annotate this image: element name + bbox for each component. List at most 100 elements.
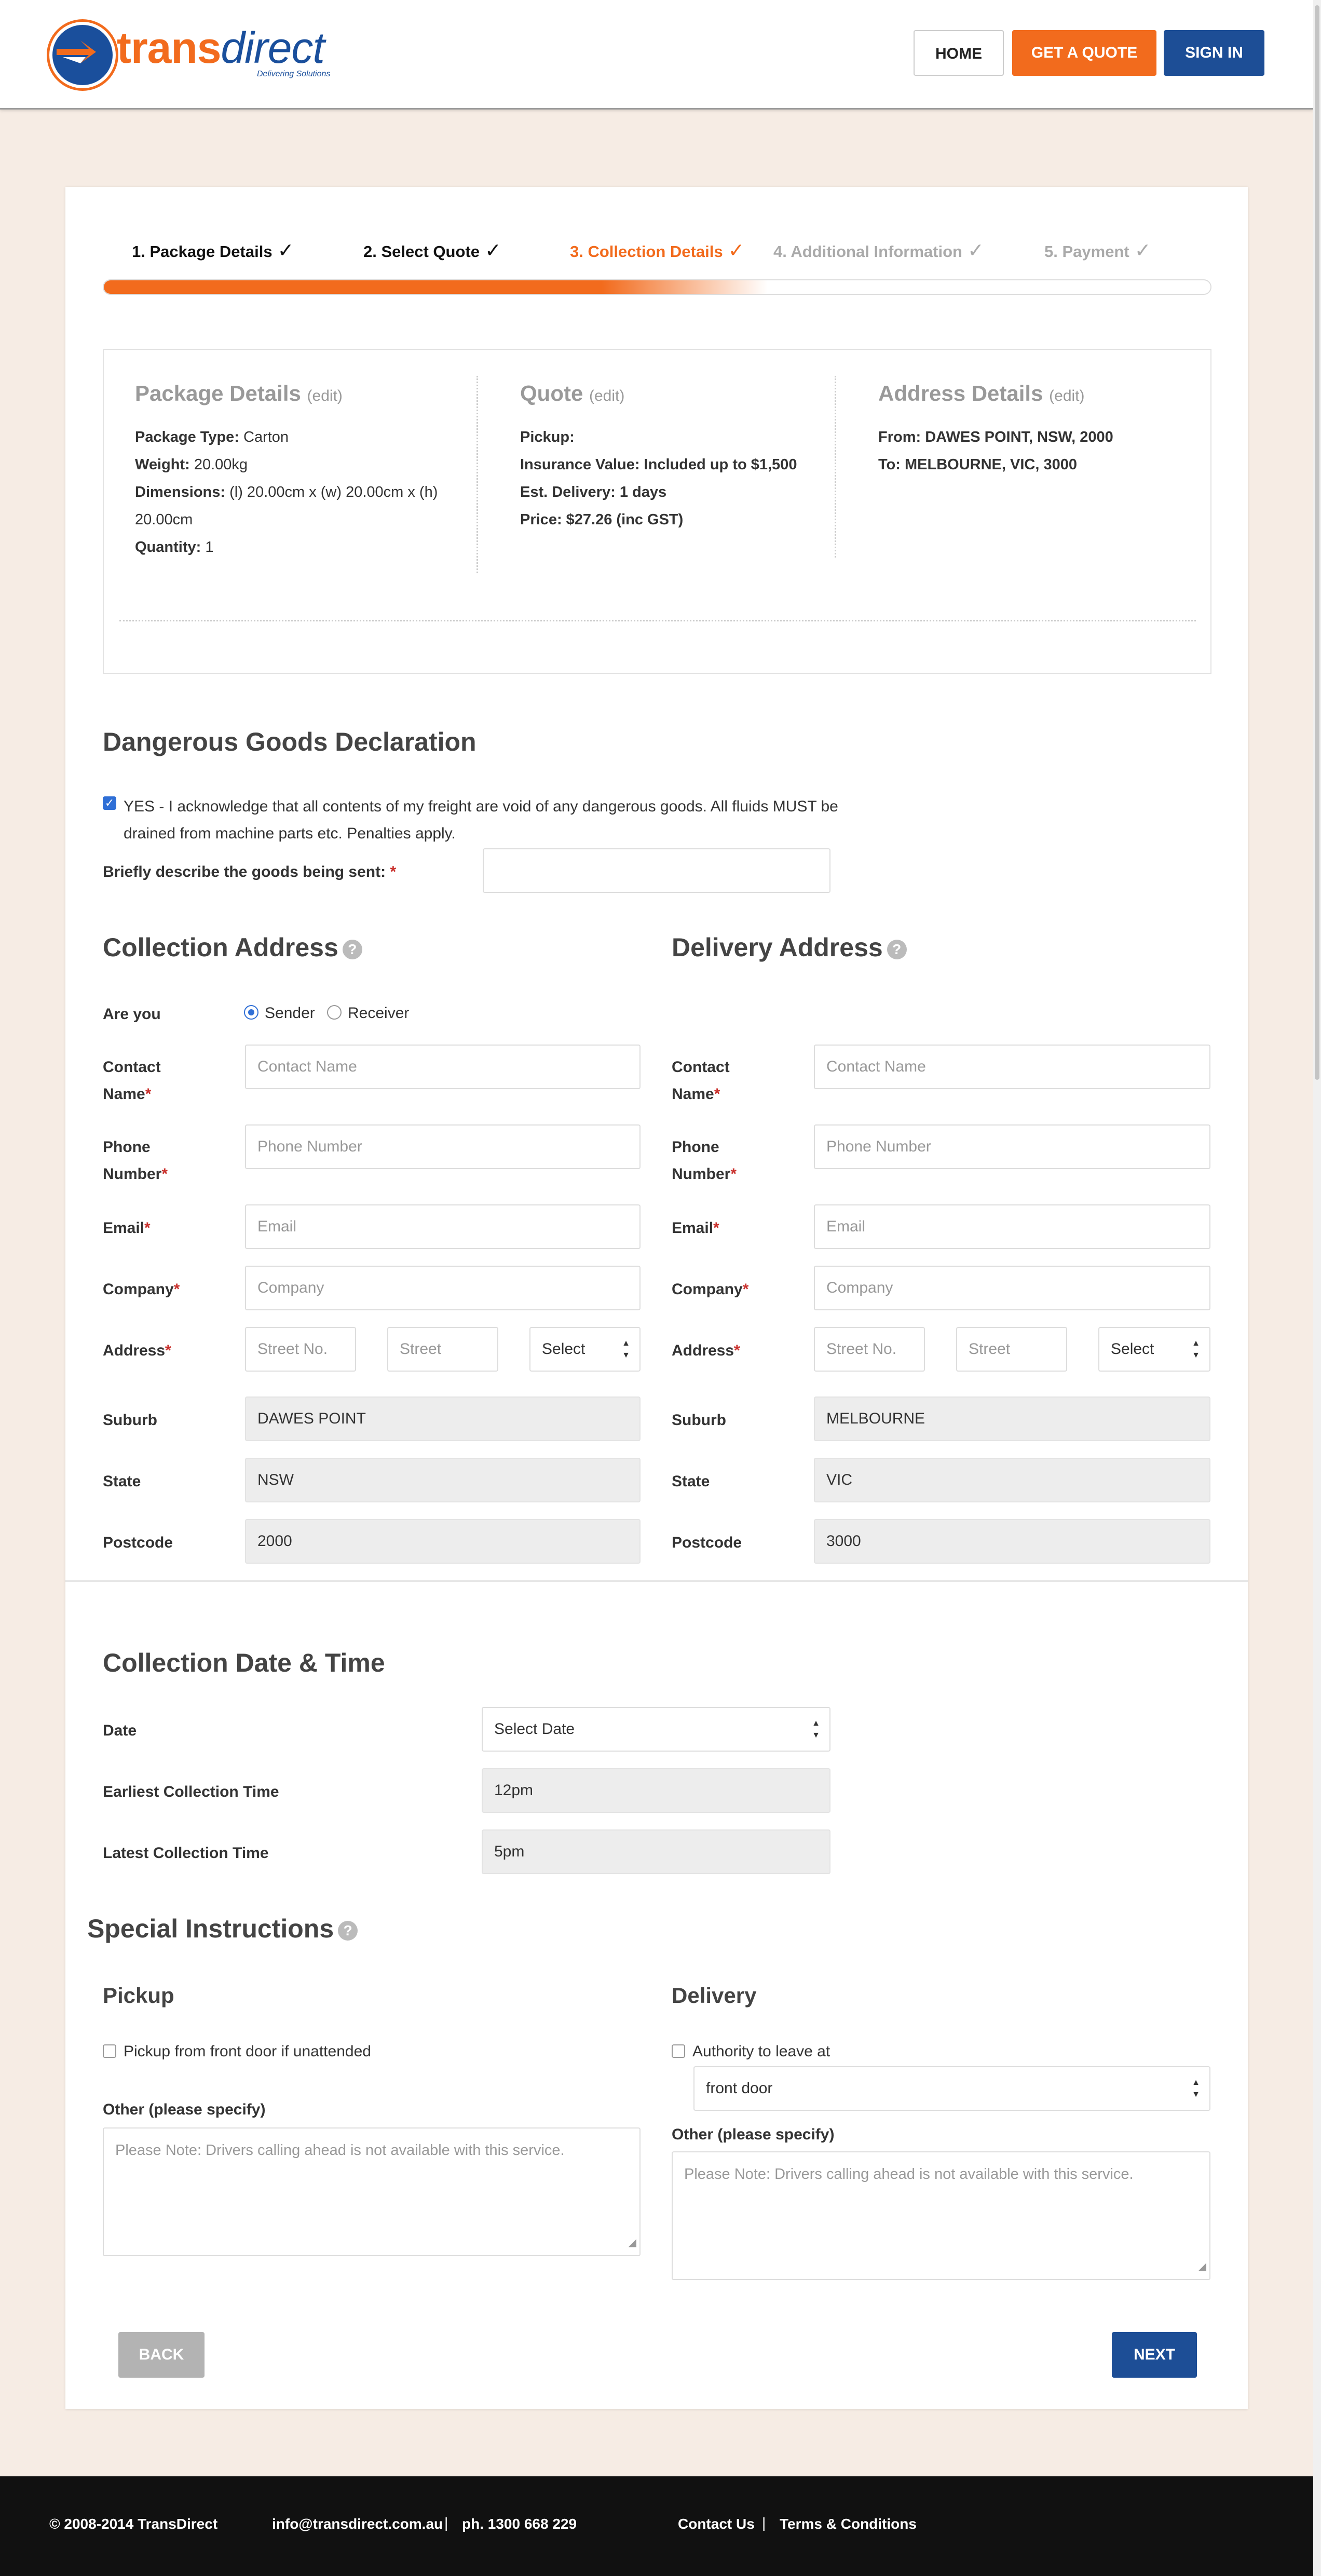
order-summary: Package Details (edit) Package Type: Car… (103, 349, 1211, 674)
delivery-contact-label: Contact Name* (672, 1059, 730, 1103)
help-icon[interactable]: ? (342, 939, 362, 959)
delivery-instructions-title: Delivery (672, 1983, 757, 2008)
quote-summary: Quote (edit) Pickup: Insurance Value: In… (520, 381, 797, 528)
check-icon: ✓ (728, 240, 745, 262)
latest-time-label: Latest Collection Time (103, 1845, 269, 1862)
package-details-title: Package Details (edit) (135, 381, 343, 405)
pickup-other-textarea[interactable]: Please Note: Drivers calling ahead is no… (103, 2127, 641, 2256)
receiver-radio-label: Receiver (348, 1005, 410, 1022)
package-summary: Package Details (edit) Package Type: Car… (135, 381, 438, 555)
home-button[interactable]: HOME (914, 30, 1004, 76)
check-icon: ✓ (1134, 240, 1151, 262)
delivery-suburb-field: MELBOURNE (814, 1397, 1210, 1441)
collection-email-input[interactable]: Email (245, 1204, 641, 1249)
step-collection-details: 3. Collection Details ✓ (570, 240, 745, 262)
scrollbar-thumb[interactable] (1315, 5, 1319, 1080)
collection-street-no-input[interactable]: Street No. (245, 1327, 356, 1372)
date-label: Date (103, 1722, 137, 1739)
footer-separator: | (444, 2515, 448, 2531)
delivery-email-input[interactable]: Email (814, 1204, 1210, 1249)
select-arrows-icon: ▲ ▼ (1192, 1339, 1200, 1360)
delivery-other-textarea[interactable]: Please Note: Drivers calling ahead is no… (672, 2151, 1210, 2280)
collection-contact-name-input[interactable]: Contact Name (245, 1045, 641, 1089)
step-select-quote: 2. Select Quote ✓ (363, 240, 501, 262)
section-divider (65, 1580, 1248, 1582)
dangerous-goods-checkbox[interactable]: ✓ (103, 796, 116, 810)
step-package-details: 1. Package Details ✓ (132, 240, 294, 262)
delivery-other-label: Other (please specify) (672, 2126, 835, 2143)
help-icon[interactable]: ? (887, 939, 907, 959)
delivery-contact-name-input[interactable]: Contact Name (814, 1045, 1210, 1089)
step-payment: 5. Payment ✓ (1044, 240, 1151, 262)
back-button[interactable]: BACK (118, 2332, 205, 2378)
delivery-postcode-field: 3000 (814, 1519, 1210, 1564)
delivery-street-no-input[interactable]: Street No. (814, 1327, 925, 1372)
address-details-title: Address Details (edit) (878, 381, 1085, 405)
sender-radio-label: Sender (265, 1005, 315, 1022)
transdirect-logo[interactable]: transdirect Delivering Solutions (49, 22, 340, 88)
summary-divider (835, 376, 836, 558)
collection-phone-label: Phone Number* (103, 1138, 168, 1183)
select-arrows-icon: ▲ ▼ (1192, 2078, 1200, 2099)
footer-phone: ph. 1300 668 229 (462, 2516, 577, 2532)
logo-tagline: Delivering Solutions (257, 70, 331, 78)
collection-suburb-field: DAWES POINT (245, 1397, 641, 1441)
authority-to-leave-select[interactable]: front door ▲ ▼ (693, 2066, 1210, 2111)
describe-goods-input[interactable] (483, 848, 830, 893)
pickup-front-door-label: Pickup from front door if unattended (124, 2043, 371, 2060)
progress-bar (103, 279, 1211, 295)
quote-title: Quote (edit) (520, 381, 625, 405)
latest-time-field[interactable]: 5pm (482, 1829, 830, 1874)
collection-phone-input[interactable]: Phone Number (245, 1124, 641, 1169)
sign-in-button[interactable]: SIGN IN (1164, 30, 1264, 76)
edit-package-link[interactable]: (edit) (307, 387, 343, 404)
footer-terms-link[interactable]: Terms & Conditions (780, 2516, 917, 2532)
footer-separator: | (762, 2515, 766, 2531)
footer-email-link[interactable]: info@transdirect.com.au (272, 2516, 443, 2532)
describe-goods-label: Briefly describe the goods being sent: * (103, 863, 397, 880)
earliest-time-label: Earliest Collection Time (103, 1783, 279, 1800)
footer-contact-link[interactable]: Contact Us (678, 2516, 755, 2532)
delivery-state-label: State (672, 1473, 710, 1490)
edit-quote-link[interactable]: (edit) (589, 387, 624, 404)
next-button[interactable]: NEXT (1112, 2332, 1197, 2378)
dangerous-goods-title: Dangerous Goods Declaration (103, 727, 476, 756)
delivery-postcode-label: Postcode (672, 1534, 742, 1551)
help-icon[interactable]: ? (338, 1920, 358, 1941)
delivery-company-input[interactable]: Company (814, 1266, 1210, 1310)
collection-address-title: Collection Address? (103, 932, 362, 962)
site-header: transdirect Delivering Solutions HOME GE… (0, 0, 1313, 110)
delivery-street-type-select[interactable]: Select ▲ ▼ (1098, 1327, 1210, 1372)
logo-emblem-icon (49, 22, 116, 88)
receiver-radio[interactable] (327, 1005, 342, 1020)
check-icon: ✓ (967, 240, 984, 262)
earliest-time-field[interactable]: 12pm (482, 1768, 830, 1813)
footer-copyright: © 2008-2014 TransDirect (49, 2516, 218, 2532)
get-a-quote-button[interactable]: GET A QUOTE (1012, 30, 1156, 76)
collection-date-select[interactable]: Select Date ▲ ▼ (482, 1707, 830, 1752)
step-additional-information: 4. Additional Information ✓ (773, 240, 984, 262)
pickup-other-label: Other (please specify) (103, 2101, 266, 2118)
collection-state-field: NSW (245, 1458, 641, 1502)
summary-divider (476, 376, 478, 573)
delivery-phone-label: Phone Number* (672, 1138, 737, 1183)
pickup-title: Pickup (103, 1983, 174, 2008)
collection-date-time-title: Collection Date & Time (103, 1648, 385, 1677)
pickup-front-door-checkbox[interactable] (103, 2044, 116, 2058)
special-instructions-title: Special Instructions? (87, 1914, 358, 1944)
collection-email-label: Email* (103, 1219, 151, 1237)
edit-address-link[interactable]: (edit) (1049, 387, 1084, 404)
collection-company-label: Company* (103, 1281, 180, 1298)
progress-fill (104, 280, 768, 294)
collection-state-label: State (103, 1473, 141, 1490)
authority-to-leave-checkbox[interactable] (672, 2044, 685, 2058)
delivery-street-input[interactable]: Street (956, 1327, 1067, 1372)
collection-street-type-select[interactable]: Select ▲ ▼ (529, 1327, 641, 1372)
delivery-phone-input[interactable]: Phone Number (814, 1124, 1210, 1169)
sender-radio[interactable] (244, 1005, 258, 1020)
collection-street-input[interactable]: Street (387, 1327, 498, 1372)
are-you-label: Are you (103, 1006, 161, 1023)
dangerous-goods-ack: YES - I acknowledge that all contents of… (124, 798, 838, 842)
collection-company-input[interactable]: Company (245, 1266, 641, 1310)
collection-contact-label: Contact Name* (103, 1059, 161, 1103)
